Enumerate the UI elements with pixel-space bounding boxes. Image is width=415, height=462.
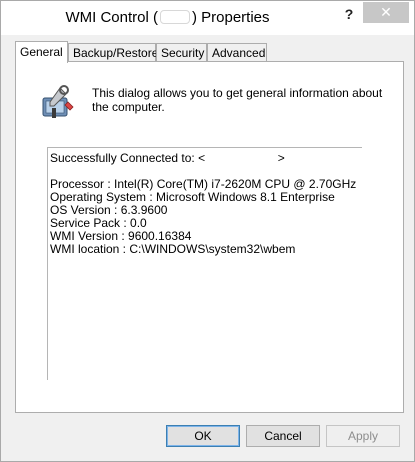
intro-description: This dialog allows you to get general in… — [92, 86, 383, 114]
wmi-tools-icon — [42, 85, 74, 118]
ok-button[interactable]: OK — [166, 425, 240, 447]
connection-status-label: Successfully Connected to: — [50, 151, 195, 165]
general-tab-panel: This dialog allows you to get general in… — [15, 61, 404, 413]
tab-backup-restore[interactable]: Backup/Restore — [68, 43, 158, 62]
help-icon: ? — [344, 6, 354, 22]
service-pack-line: Service Pack : 0.0 — [50, 216, 147, 230]
cancel-button[interactable]: Cancel — [246, 425, 320, 447]
tab-strip: General Backup/Restore Security Advanced — [15, 41, 405, 63]
window-title-prefix: WMI Control ( — [65, 9, 158, 26]
title-bar: WMI Control ( ) Properties ? ✕ — [1, 1, 414, 35]
processor-line: Processor : Intel(R) Core(TM) i7-2620M C… — [50, 177, 357, 191]
tab-general[interactable]: General — [15, 41, 68, 63]
close-icon: ✕ — [380, 4, 392, 20]
window-title-suffix: ) Properties — [191, 9, 270, 26]
general-info-box: Successfully Connected to: < > Processor… — [47, 147, 362, 380]
tab-security[interactable]: Security — [156, 43, 207, 62]
connection-target-close: > — [277, 151, 285, 165]
wmi-properties-dialog: WMI Control ( ) Properties ? ✕ General Ba… — [0, 0, 415, 462]
apply-button[interactable]: Apply — [326, 425, 400, 447]
wmi-version-line: WMI Version : 9600.16384 — [50, 229, 192, 243]
os-version-line: OS Version : 6.3.9600 — [50, 203, 168, 217]
tab-advanced[interactable]: Advanced — [207, 43, 267, 62]
operating-system-line: Operating System : Microsoft Windows 8.1… — [50, 190, 335, 204]
help-button[interactable]: ? — [339, 5, 359, 23]
connection-target-open: < — [198, 151, 206, 165]
close-button[interactable]: ✕ — [363, 2, 409, 23]
wmi-location-line: WMI location : C:\WINDOWS\system32\wbem — [50, 242, 296, 256]
redacted-computer-name — [159, 10, 190, 24]
window-title: WMI Control ( ) Properties — [1, 9, 334, 26]
connection-status: Successfully Connected to: < > — [50, 151, 285, 165]
